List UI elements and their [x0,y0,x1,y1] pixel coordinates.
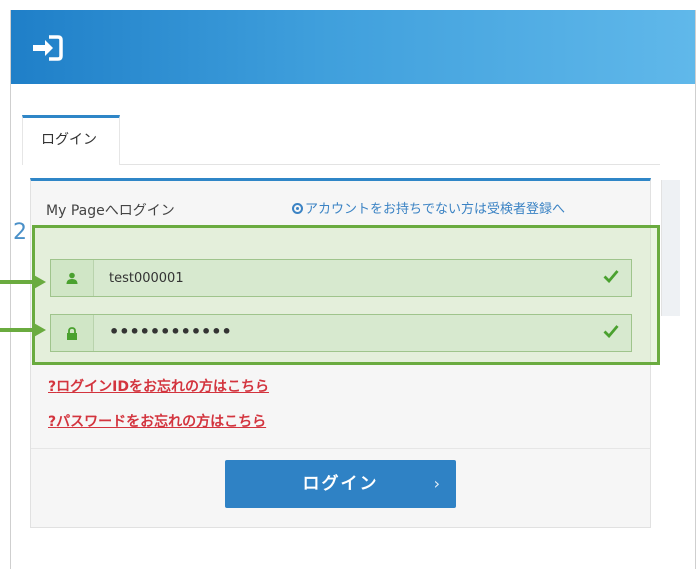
forgot-login-id-label: ログインIDをお忘れの方はこちら [56,379,269,395]
tab-divider [120,164,660,165]
forgot-password-label: パスワードをお忘れの方はこちら [56,414,267,430]
register-link-label: アカウントをお持ちでない方は受検者登録へ [305,202,566,217]
chevron-right-icon: › [433,474,442,493]
step-number: 2 [13,220,27,245]
password-value: •••••••••••• [109,322,232,341]
question-icon: ? [48,414,57,430]
tab-login-label: ログイン [41,132,97,148]
forgot-password-link[interactable]: ?パスワードをお忘れの方はこちら [48,411,266,431]
password-addon [51,315,94,351]
arrow-right-icon [0,322,46,338]
password-field[interactable]: •••••••••••• [50,314,632,352]
login-button[interactable]: ログイン › [225,460,456,508]
arrow-right-icon [0,274,46,290]
login-id-addon [51,260,94,296]
sign-in-icon [33,35,63,61]
login-button-label: ログイン [302,474,379,494]
forgot-login-id-link[interactable]: ?ログインIDをお忘れの方はこちら [48,376,269,396]
circle-arrow-icon [292,203,303,214]
header-bar [11,10,695,84]
panel-title: My Pageへログイン [46,203,175,219]
login-id-value: test000001 [109,271,184,286]
tab-login[interactable]: ログイン [22,115,120,165]
check-icon [603,270,619,283]
question-icon: ? [48,379,57,395]
check-icon [603,325,619,338]
panel-divider [31,448,650,449]
user-icon [66,272,78,284]
lock-icon [67,327,77,340]
register-link[interactable]: アカウントをお持ちでない方は受検者登録へ [292,198,565,217]
side-scrollbar[interactable] [661,180,680,316]
login-id-field[interactable]: test000001 [50,259,632,297]
